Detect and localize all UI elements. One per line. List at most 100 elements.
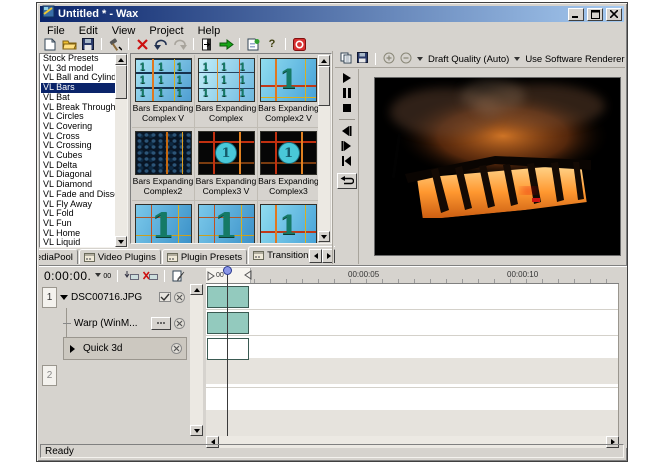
tab-plugin-presets[interactable]: Plugin Presets xyxy=(161,249,248,264)
stop-icon[interactable] xyxy=(339,102,355,114)
chevron-down-icon[interactable] xyxy=(514,57,521,64)
clip-block[interactable] xyxy=(207,338,249,360)
clip-cell[interactable] xyxy=(228,312,249,334)
menu-help[interactable]: Help xyxy=(191,24,228,38)
clip-block[interactable] xyxy=(207,312,249,334)
record-icon[interactable] xyxy=(291,37,307,51)
clip-cell[interactable] xyxy=(207,286,228,308)
scroll-down-icon[interactable] xyxy=(190,425,203,436)
playhead-pin[interactable] xyxy=(223,266,232,275)
preset-thumbnail[interactable]: 1 1 1 1 1 1 1 1 1 Bars Expanding Complex xyxy=(195,55,258,128)
undo-icon[interactable] xyxy=(153,38,169,51)
remove-track-icon[interactable] xyxy=(174,291,185,303)
pause-icon[interactable] xyxy=(339,87,355,99)
out-marker-icon[interactable] xyxy=(244,270,252,280)
tab-scroll-left-icon[interactable] xyxy=(309,249,322,263)
render-setup-icon[interactable] xyxy=(171,270,186,282)
properties-icon[interactable] xyxy=(245,38,261,51)
clip-cell[interactable] xyxy=(228,286,249,308)
panel-splitter[interactable] xyxy=(332,51,334,264)
step-forward-icon[interactable] xyxy=(339,140,355,152)
save-icon[interactable] xyxy=(80,38,96,51)
thumbnail-grid: 1 1 1 1 1 1 1 1 1 Bars Expanding Complex… xyxy=(132,55,320,243)
timeline-vscrollbar[interactable] xyxy=(190,284,203,436)
plugin-tools-icon[interactable] xyxy=(107,37,123,51)
add-track-icon[interactable] xyxy=(124,270,140,282)
clip-cell[interactable] xyxy=(207,338,228,360)
close-button[interactable] xyxy=(606,7,622,21)
clips-area[interactable] xyxy=(206,284,619,436)
minimize-button[interactable] xyxy=(568,7,584,21)
remove-effect-icon[interactable] xyxy=(174,317,185,329)
preset-thumbnail[interactable]: 1 1 1 1 1 1 1 1 1 Bars Expanding Complex… xyxy=(132,55,195,128)
chevron-down-icon[interactable] xyxy=(95,273,102,280)
effect-label[interactable]: Quick 3d xyxy=(83,343,167,354)
remove-effect-icon[interactable] xyxy=(171,343,182,354)
list-scrollbar[interactable] xyxy=(115,54,127,247)
status-text: Ready xyxy=(45,445,74,457)
preset-thumbnail[interactable]: 1 xyxy=(258,201,320,243)
thumbnail-image xyxy=(134,131,192,175)
track-number[interactable]: 2 xyxy=(42,364,57,386)
expand-icon[interactable] xyxy=(70,344,79,353)
playhead-line[interactable] xyxy=(227,269,228,436)
track-row-1[interactable]: 1 DSC00716.JPG xyxy=(39,284,189,310)
zoom-in-icon[interactable] xyxy=(383,52,395,67)
renderer-dropdown[interactable]: Use Software Renderer xyxy=(525,54,624,65)
app-window: Untitled * - Wax File Edit View Project … xyxy=(36,2,628,462)
step-back-icon[interactable] xyxy=(339,125,355,137)
tab-mediapool[interactable]: MediaPool xyxy=(39,249,78,264)
in-marker-icon[interactable] xyxy=(207,270,215,281)
run-icon[interactable] xyxy=(218,38,234,51)
delete-icon[interactable] xyxy=(134,38,150,51)
scroll-down-icon[interactable] xyxy=(318,231,330,242)
scroll-up-icon[interactable] xyxy=(115,54,127,65)
preset-thumbnail[interactable]: Bars Expanding Complex2 xyxy=(132,128,195,201)
track-row-2[interactable]: 2 xyxy=(39,362,189,388)
track-row-warp[interactable]: Warp (WinM... xyxy=(39,310,189,336)
tab-video-plugins[interactable]: Video Plugins xyxy=(78,249,161,264)
clip-cell[interactable] xyxy=(207,312,228,334)
exit-icon[interactable] xyxy=(199,38,215,51)
delete-track-icon[interactable] xyxy=(143,270,159,282)
help-icon[interactable]: ? xyxy=(264,38,280,51)
track-options-icon[interactable] xyxy=(159,292,171,302)
redo-icon[interactable] xyxy=(172,38,188,51)
menu-edit[interactable]: Edit xyxy=(72,24,105,38)
collapse-icon[interactable] xyxy=(60,294,68,304)
open-icon[interactable] xyxy=(61,38,77,51)
save-icon[interactable] xyxy=(357,52,368,66)
effect-label[interactable]: Warp (WinM... xyxy=(74,318,148,329)
chevron-down-icon[interactable] xyxy=(417,57,423,64)
timeline-ruler[interactable]: 00 00:00:05 00:00:10 xyxy=(206,268,619,284)
new-icon[interactable] xyxy=(42,38,58,51)
menu-project[interactable]: Project xyxy=(142,24,190,38)
preset-thumbnail[interactable]: 1 Bars Expanding Complex3 xyxy=(258,128,320,201)
clip-cell[interactable] xyxy=(228,338,249,360)
scroll-up-icon[interactable] xyxy=(318,55,330,66)
maximize-button[interactable] xyxy=(587,7,603,21)
preset-thumbnail[interactable]: 1 xyxy=(132,201,195,243)
scroll-thumb[interactable] xyxy=(115,65,127,99)
zoom-out-icon[interactable] xyxy=(400,52,412,67)
clip-block[interactable] xyxy=(207,286,249,308)
timecode-display: 0:00:00. xyxy=(44,269,92,283)
track-label[interactable]: DSC00716.JPG xyxy=(71,292,156,303)
thumbnails-scrollbar[interactable] xyxy=(318,55,330,242)
scroll-thumb[interactable] xyxy=(318,66,330,106)
effect-options-button[interactable] xyxy=(151,316,171,330)
quality-dropdown[interactable]: Draft Quality (Auto) xyxy=(428,54,509,65)
play-icon[interactable] xyxy=(339,72,355,84)
preset-thumbnail[interactable]: 1 Bars Expanding Complex2 V xyxy=(258,55,320,128)
track-row-quick3d[interactable]: Quick 3d xyxy=(63,337,187,360)
menu-view[interactable]: View xyxy=(105,24,143,38)
track-number[interactable]: 1 xyxy=(42,286,57,308)
preset-thumbnail[interactable]: 1 Bars Expanding Complex3 V xyxy=(195,128,258,201)
ruler-label: 00:00:10 xyxy=(507,270,539,279)
scroll-up-icon[interactable] xyxy=(190,284,203,295)
loop-button[interactable] xyxy=(336,173,357,189)
menu-file[interactable]: File xyxy=(40,24,72,38)
copy-icon[interactable] xyxy=(340,52,352,67)
go-to-start-icon[interactable] xyxy=(339,155,355,167)
preset-thumbnail[interactable]: 1 xyxy=(195,201,258,243)
